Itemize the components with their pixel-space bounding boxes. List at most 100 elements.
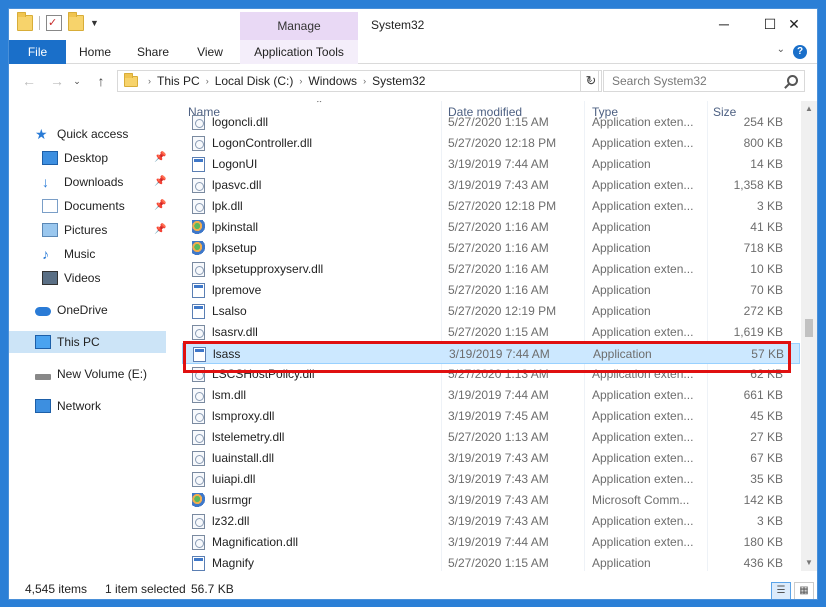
dll-file-icon — [192, 388, 205, 403]
help-icon[interactable]: ? — [793, 45, 807, 59]
table-row[interactable]: LogonController.dll 5/27/2020 12:18 PM App… — [182, 133, 800, 154]
file-size: 1,619 KB — [733, 325, 783, 339]
scroll-down-icon[interactable]: ▼ — [801, 555, 817, 571]
breadcrumb-separator-icon[interactable]: › — [206, 76, 209, 86]
vertical-scrollbar[interactable]: ▲ ▼ — [801, 101, 817, 571]
close-button[interactable]: ✕ — [771, 9, 817, 39]
tab-application-tools[interactable]: Application Tools — [240, 40, 358, 64]
table-row[interactable]: lpremove 5/27/2020 1:16 AM Application 70 K… — [182, 280, 800, 301]
breadcrumb-system32[interactable]: System32 — [372, 74, 425, 88]
forward-button[interactable]: → — [47, 71, 67, 91]
desktop-icon — [42, 151, 58, 165]
window-title: System32 — [371, 18, 425, 32]
table-row[interactable]: LSCSHostPolicy.dll 5/27/2020 1:13 AM Appli… — [182, 364, 800, 385]
pin-icon[interactable]: 📌 — [154, 171, 166, 193]
breadcrumb-separator-icon[interactable]: › — [148, 76, 151, 86]
manage-tab[interactable]: Manage — [240, 12, 358, 40]
table-row[interactable]: lpksetupproxyserv.dll 5/27/2020 1:16 AM Ap… — [182, 259, 800, 280]
file-name: Lsalso — [212, 304, 247, 318]
breadcrumb-windows[interactable]: Windows — [308, 74, 357, 88]
file-date-modified: 5/27/2020 1:13 AM — [448, 367, 549, 381]
folder-icon[interactable] — [17, 12, 33, 31]
expand-ribbon-icon[interactable]: ⌄ — [777, 44, 785, 55]
table-row[interactable]: logoncli.dll 5/27/2020 1:15 AM Application… — [182, 112, 800, 133]
dll-file-icon — [192, 409, 205, 424]
file-name: lsasrv.dll — [212, 325, 258, 339]
address-bar[interactable]: › This PC › Local Disk (C:) › Windows › … — [117, 70, 599, 92]
pin-icon[interactable]: 📌 — [154, 219, 166, 241]
search-input[interactable]: Search System32 — [603, 70, 805, 92]
tab-view[interactable]: View — [187, 40, 233, 64]
file-type: Application — [592, 283, 651, 297]
table-row[interactable]: lsm.dll 3/19/2019 7:44 AM Application exte… — [182, 385, 800, 406]
table-row[interactable]: lpksetup 5/27/2020 1:16 AM Application 718 … — [182, 238, 800, 259]
table-row[interactable]: lpkinstall 5/27/2020 1:16 AM Application 41… — [182, 217, 800, 238]
breadcrumb-this-pc[interactable]: This PC — [157, 74, 200, 88]
pin-icon[interactable]: 📌 — [154, 195, 166, 217]
table-row[interactable]: Lsalso 5/27/2020 12:19 PM Application 272 K… — [182, 301, 800, 322]
tab-home[interactable]: Home — [70, 40, 120, 64]
refresh-button[interactable]: ↻ — [580, 70, 602, 92]
file-date-modified: 3/19/2019 7:44 AM — [448, 157, 549, 171]
file-name: lz32.dll — [212, 514, 250, 528]
breadcrumb-separator-icon[interactable]: › — [299, 76, 302, 86]
breadcrumb-local-disk[interactable]: Local Disk (C:) — [215, 74, 294, 88]
file-name: LSCSHostPolicy.dll — [212, 367, 315, 381]
sidebar-item-videos[interactable]: Videos — [42, 267, 100, 289]
details-view-button[interactable]: ☰ — [771, 582, 791, 599]
table-row[interactable]: LogonUI 3/19/2019 7:44 AM Application 14 KB — [182, 154, 800, 175]
up-button[interactable]: ↑ — [91, 71, 111, 91]
tab-file[interactable]: File — [9, 40, 66, 64]
sidebar-item-desktop[interactable]: Desktop 📌 — [42, 147, 174, 169]
breadcrumb-separator-icon[interactable]: › — [363, 76, 366, 86]
table-row-selected[interactable]: lsass 3/19/2019 7:44 AM Application 57 KB — [182, 343, 800, 364]
file-size: 62 KB — [750, 367, 783, 381]
file-size: 41 KB — [750, 220, 783, 234]
location-folder-icon — [124, 72, 138, 87]
sidebar-item-quick-access[interactable]: ★ Quick access — [35, 123, 128, 145]
file-date-modified: 3/19/2019 7:45 AM — [448, 409, 549, 423]
this-pc-icon — [35, 335, 51, 349]
sidebar-item-new-volume[interactable]: New Volume (E:) — [35, 363, 147, 385]
search-icon[interactable] — [787, 75, 798, 86]
large-icons-view-button[interactable]: ▦ — [794, 582, 814, 599]
scroll-up-icon[interactable]: ▲ — [801, 101, 817, 117]
pin-icon[interactable]: 📌 — [154, 147, 166, 169]
file-name: lpasvc.dll — [212, 178, 262, 192]
table-row[interactable]: Magnification.dll 3/19/2019 7:44 AM Applic… — [182, 532, 800, 553]
sidebar-item-onedrive[interactable]: OneDrive — [35, 299, 108, 321]
documents-icon — [42, 199, 58, 213]
recent-locations-icon[interactable]: ⌄ — [71, 71, 83, 91]
dll-file-icon — [192, 535, 205, 550]
table-row[interactable]: luainstall.dll 3/19/2019 7:43 AM Applicati… — [182, 448, 800, 469]
tab-share[interactable]: Share — [128, 40, 178, 64]
sidebar-item-documents[interactable]: Documents 📌 — [42, 195, 174, 217]
table-row[interactable]: lpk.dll 5/27/2020 12:18 PM Application ext… — [182, 196, 800, 217]
sidebar-item-network[interactable]: Network — [35, 395, 101, 417]
title-bar: ▼ Manage System32 ─ ☐ ✕ — [9, 9, 817, 40]
minimize-button[interactable]: ─ — [701, 9, 747, 39]
sidebar-item-music[interactable]: ♪ Music — [42, 243, 95, 265]
sidebar-item-this-pc[interactable]: This PC — [9, 331, 166, 353]
file-name: lpk.dll — [212, 199, 243, 213]
dll-file-icon — [192, 367, 205, 382]
customize-toolbar-icon[interactable]: ▼ — [90, 18, 99, 28]
table-row[interactable]: Magnify 5/27/2020 1:15 AM Application 436 K… — [182, 553, 800, 571]
scrollbar-thumb[interactable] — [805, 319, 813, 337]
properties-icon[interactable] — [46, 15, 62, 31]
file-size: 3 KB — [756, 514, 783, 528]
table-row[interactable]: luiapi.dll 3/19/2019 7:43 AM Application e… — [182, 469, 800, 490]
file-size: 272 KB — [743, 304, 783, 318]
sidebar-item-pictures[interactable]: Pictures 📌 — [42, 219, 174, 241]
sidebar-item-downloads[interactable]: ↓ Downloads 📌 — [42, 171, 174, 193]
back-button[interactable]: ← — [19, 71, 39, 91]
table-row[interactable]: lpasvc.dll 3/19/2019 7:43 AM Application e… — [182, 175, 800, 196]
file-size: 57 KB — [751, 347, 784, 361]
table-row[interactable]: lz32.dll 3/19/2019 7:43 AM Application ext… — [182, 511, 800, 532]
table-row[interactable]: lsasrv.dll 5/27/2020 1:15 AM Application e… — [182, 322, 800, 343]
file-type: Microsoft Comm... — [592, 493, 690, 507]
new-folder-icon[interactable] — [68, 12, 84, 31]
table-row[interactable]: lusrmgr 3/19/2019 7:43 AM Microsoft Comm..… — [182, 490, 800, 511]
table-row[interactable]: lstelemetry.dll 5/27/2020 1:13 AM Applicat… — [182, 427, 800, 448]
table-row[interactable]: lsmproxy.dll 3/19/2019 7:45 AM Application… — [182, 406, 800, 427]
